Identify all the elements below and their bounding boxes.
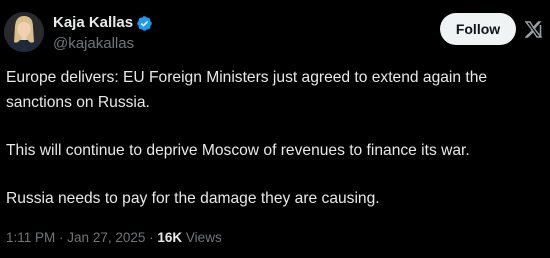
tweet-paragraph: Europe delivers: EU Foreign Ministers ju…	[6, 69, 492, 111]
author-display-name[interactable]: Kaja Kallas	[53, 14, 133, 32]
verified-badge-icon[interactable]	[136, 15, 153, 32]
avatar-image	[4, 12, 44, 52]
author-handle[interactable]: @kajakallas	[53, 35, 134, 53]
tweet-card: Kaja Kallas @kajakallas Follow Europe de…	[0, 0, 550, 258]
x-logo-icon[interactable]	[524, 20, 543, 39]
tweet-time[interactable]: 1:11 PM	[6, 230, 55, 245]
avatar[interactable]	[4, 12, 44, 52]
tweet-date[interactable]: Jan 27, 2025	[67, 230, 145, 245]
follow-button[interactable]: Follow	[440, 13, 516, 45]
tweet-paragraph: Russia needs to pay for the damage they …	[6, 190, 380, 207]
tweet-meta: 1:11 PM · Jan 27, 2025 · 16K Views	[6, 229, 222, 247]
tweet-text: Europe delivers: EU Foreign Ministers ju…	[6, 65, 546, 211]
tweet-paragraph: This will continue to deprive Moscow of …	[6, 142, 470, 159]
author-name-row: Kaja Kallas	[53, 14, 153, 32]
views-count: 16K	[157, 230, 183, 245]
views-label: Views	[185, 230, 222, 245]
